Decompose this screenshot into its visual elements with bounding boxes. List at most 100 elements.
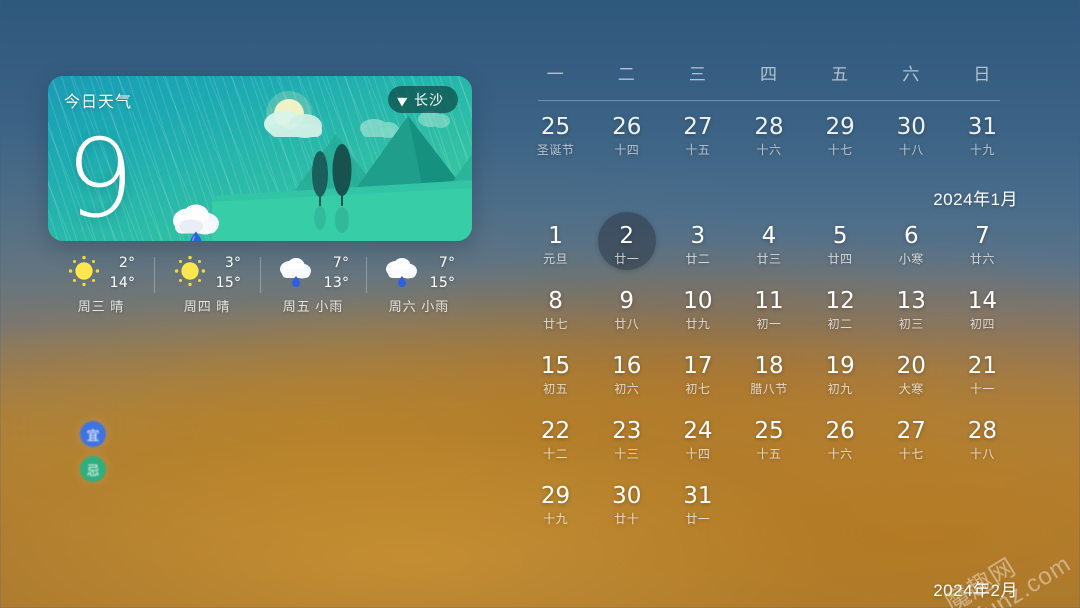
calendar-grid[interactable]: 25 圣诞节 26 十四 27 十五 28 十六 29 十七 30 十八 31 十九 1 元旦 2 廿一 3 廿二 4 廿…: [520, 108, 1018, 542]
weekday-label: 日: [973, 65, 992, 84]
forecast-temperatures: 3° 15°: [216, 253, 242, 293]
forecast-temp-high: 7°: [438, 255, 456, 271]
calendar-day-number: 3: [690, 223, 706, 249]
calendar-day-cell[interactable]: 26 十六: [805, 412, 876, 477]
calendar-day-number: 17: [683, 353, 713, 379]
calendar-day-cell[interactable]: 25 圣诞节: [520, 108, 591, 173]
location-pill[interactable]: 长沙: [388, 86, 458, 113]
calendar-day-number: 25: [540, 114, 571, 140]
calendar-day-lunar: 十七: [898, 447, 924, 461]
calendar-day-cell[interactable]: 2 廿一: [591, 212, 662, 282]
calendar-day-lunar: 廿十: [614, 512, 640, 526]
omen-badge-yi[interactable]: 宜: [80, 421, 106, 447]
rain-cloud-icon: [383, 255, 421, 292]
omen-badge-ji[interactable]: 忌: [80, 456, 106, 482]
current-temperature: 9: [65, 117, 135, 241]
sun-icon: [173, 254, 207, 293]
calendar-day-cell[interactable]: 27 十七: [876, 412, 947, 477]
calendar-day-lunar: 初二: [827, 317, 853, 331]
calendar-day-cell[interactable]: 30 廿十: [591, 477, 662, 542]
calendar-day-cell[interactable]: 22 十二: [520, 412, 591, 477]
month-label-bottom: 2024年2月: [933, 581, 1018, 600]
calendar-day-cell[interactable]: 29 十九: [520, 477, 591, 542]
calendar-day-cell[interactable]: 4 廿三: [733, 217, 804, 282]
calendar-day-lunar: 廿八: [614, 317, 640, 331]
weekday-label: 一: [546, 65, 565, 84]
calendar-day-number: 30: [612, 483, 642, 509]
forecast-item[interactable]: 7° 13° 周五 小雨: [260, 251, 366, 317]
calendar-day-cell[interactable]: 1 元旦: [520, 217, 591, 282]
calendar-day-number: 11: [754, 288, 784, 314]
weather-card-title: 今日天气: [64, 94, 133, 111]
forecast-temp-low: 15°: [215, 275, 242, 291]
calendar-day-cell[interactable]: 16 初六: [591, 347, 662, 412]
calendar-day-cell[interactable]: 10 廿九: [662, 282, 733, 347]
calendar-day-cell[interactable]: 20 大寒: [876, 347, 947, 412]
calendar-day-cell[interactable]: 19 初九: [805, 347, 876, 412]
calendar-day-cell[interactable]: 25 十五: [733, 412, 804, 477]
calendar-day-cell[interactable]: 28 十六: [733, 108, 804, 173]
calendar-day-cell[interactable]: 8 廿七: [520, 282, 591, 347]
forecast-temp-low: 14°: [109, 275, 136, 291]
calendar-day-number: 31: [967, 114, 998, 140]
calendar-panel[interactable]: 一二三四五六日 2024年1月 25 圣诞节 26 十四 27 十五 28 十六 29 十七 30 十…: [520, 0, 1040, 608]
forecast-item-label: 周五 小雨: [282, 299, 344, 314]
calendar-day-lunar: 廿四: [827, 252, 853, 266]
calendar-day-cell[interactable]: 27 十五: [662, 108, 733, 173]
calendar-day-cell[interactable]: 5 廿四: [805, 217, 876, 282]
calendar-day-number: 16: [612, 353, 642, 379]
calendar-day-lunar: 初七: [685, 382, 711, 396]
calendar-day-lunar: 廿九: [685, 317, 711, 331]
calendar-day-cell[interactable]: 3 廿二: [662, 217, 733, 282]
calendar-day-number: 31: [683, 483, 713, 509]
calendar-day-number: 1: [548, 223, 563, 249]
calendar-day-cell[interactable]: 14 初四: [947, 282, 1018, 347]
forecast-row[interactable]: 2° 14° 周三 晴 3° 15° 周四 晴 7° 13° 周五 小雨 7° 15° 周六 小雨: [48, 251, 472, 317]
calendar-day-number: 19: [825, 353, 855, 379]
calendar-day-cell[interactable]: 31 十九: [947, 108, 1018, 173]
calendar-day-cell[interactable]: 21 十一: [947, 347, 1018, 412]
calendar-day-cell[interactable]: 30 十八: [876, 108, 947, 173]
forecast-item[interactable]: 7° 15° 周六 小雨: [366, 251, 472, 317]
weekday-label: 四: [759, 65, 778, 84]
calendar-day-cell[interactable]: 28 十八: [947, 412, 1018, 477]
calendar-day-cell[interactable]: 26 十四: [591, 108, 662, 173]
forecast-item[interactable]: 3° 15° 周四 晴: [154, 251, 260, 317]
calendar-day-cell[interactable]: 29 十七: [805, 108, 876, 173]
calendar-day-cell[interactable]: 9 廿八: [591, 282, 662, 347]
calendar-week-row: 29 十九 30 廿十 31 廿一: [520, 477, 1018, 542]
calendar-day-number: 7: [975, 223, 990, 249]
calendar-day-cell[interactable]: 15 初五: [520, 347, 591, 412]
calendar-day-lunar: 廿一: [614, 252, 640, 266]
calendar-month-label-gap: [520, 173, 1018, 217]
calendar-day-cell[interactable]: 13 初三: [876, 282, 947, 347]
calendar-week-row: 8 廿七 9 廿八 10 廿九 11 初一 12 初二 13 初三 14 初四: [520, 282, 1018, 347]
calendar-day-number: 27: [683, 114, 713, 140]
calendar-day-number: 29: [540, 483, 571, 509]
calendar-day-lunar: 十四: [685, 447, 711, 461]
calendar-day-cell[interactable]: 11 初一: [733, 282, 804, 347]
calendar-day-cell[interactable]: 7 廿六: [947, 217, 1018, 282]
calendar-day-cell[interactable]: 23 十三: [591, 412, 662, 477]
calendar-day-cell[interactable]: 17 初七: [662, 347, 733, 412]
calendar-day-number: 25: [754, 418, 784, 444]
calendar-weekday-header: 一二三四五六日: [520, 60, 1018, 90]
calendar-day-number: 4: [761, 223, 777, 249]
calendar-day-cell[interactable]: 12 初二: [805, 282, 876, 347]
weather-card[interactable]: 今日天气 长沙 9 3° / 9° 今日 小雨 空气质量 良: [48, 76, 472, 241]
calendar-day-cell[interactable]: 31 廿一: [662, 477, 733, 542]
calendar-day-cell[interactable]: 24 十四: [662, 412, 733, 477]
calendar-day-lunar: 初三: [898, 317, 924, 331]
forecast-item-top: 3° 15°: [173, 251, 242, 295]
calendar-day-lunar: 十四: [614, 143, 640, 157]
calendar-day-lunar: 大寒: [898, 382, 924, 396]
calendar-day-lunar: 十五: [685, 143, 711, 157]
rain-cloud-icon: [167, 201, 225, 241]
navigation-arrow-icon: [397, 92, 410, 107]
calendar-day-cell[interactable]: 6 小寒: [876, 217, 947, 282]
forecast-item[interactable]: 2° 14° 周三 晴: [48, 251, 154, 317]
calendar-day-number: 22: [540, 418, 571, 444]
calendar-day-lunar: 十三: [614, 447, 640, 461]
calendar-day-cell[interactable]: 18 腊八节: [733, 347, 804, 412]
forecast-item-top: 7° 13°: [277, 251, 350, 295]
